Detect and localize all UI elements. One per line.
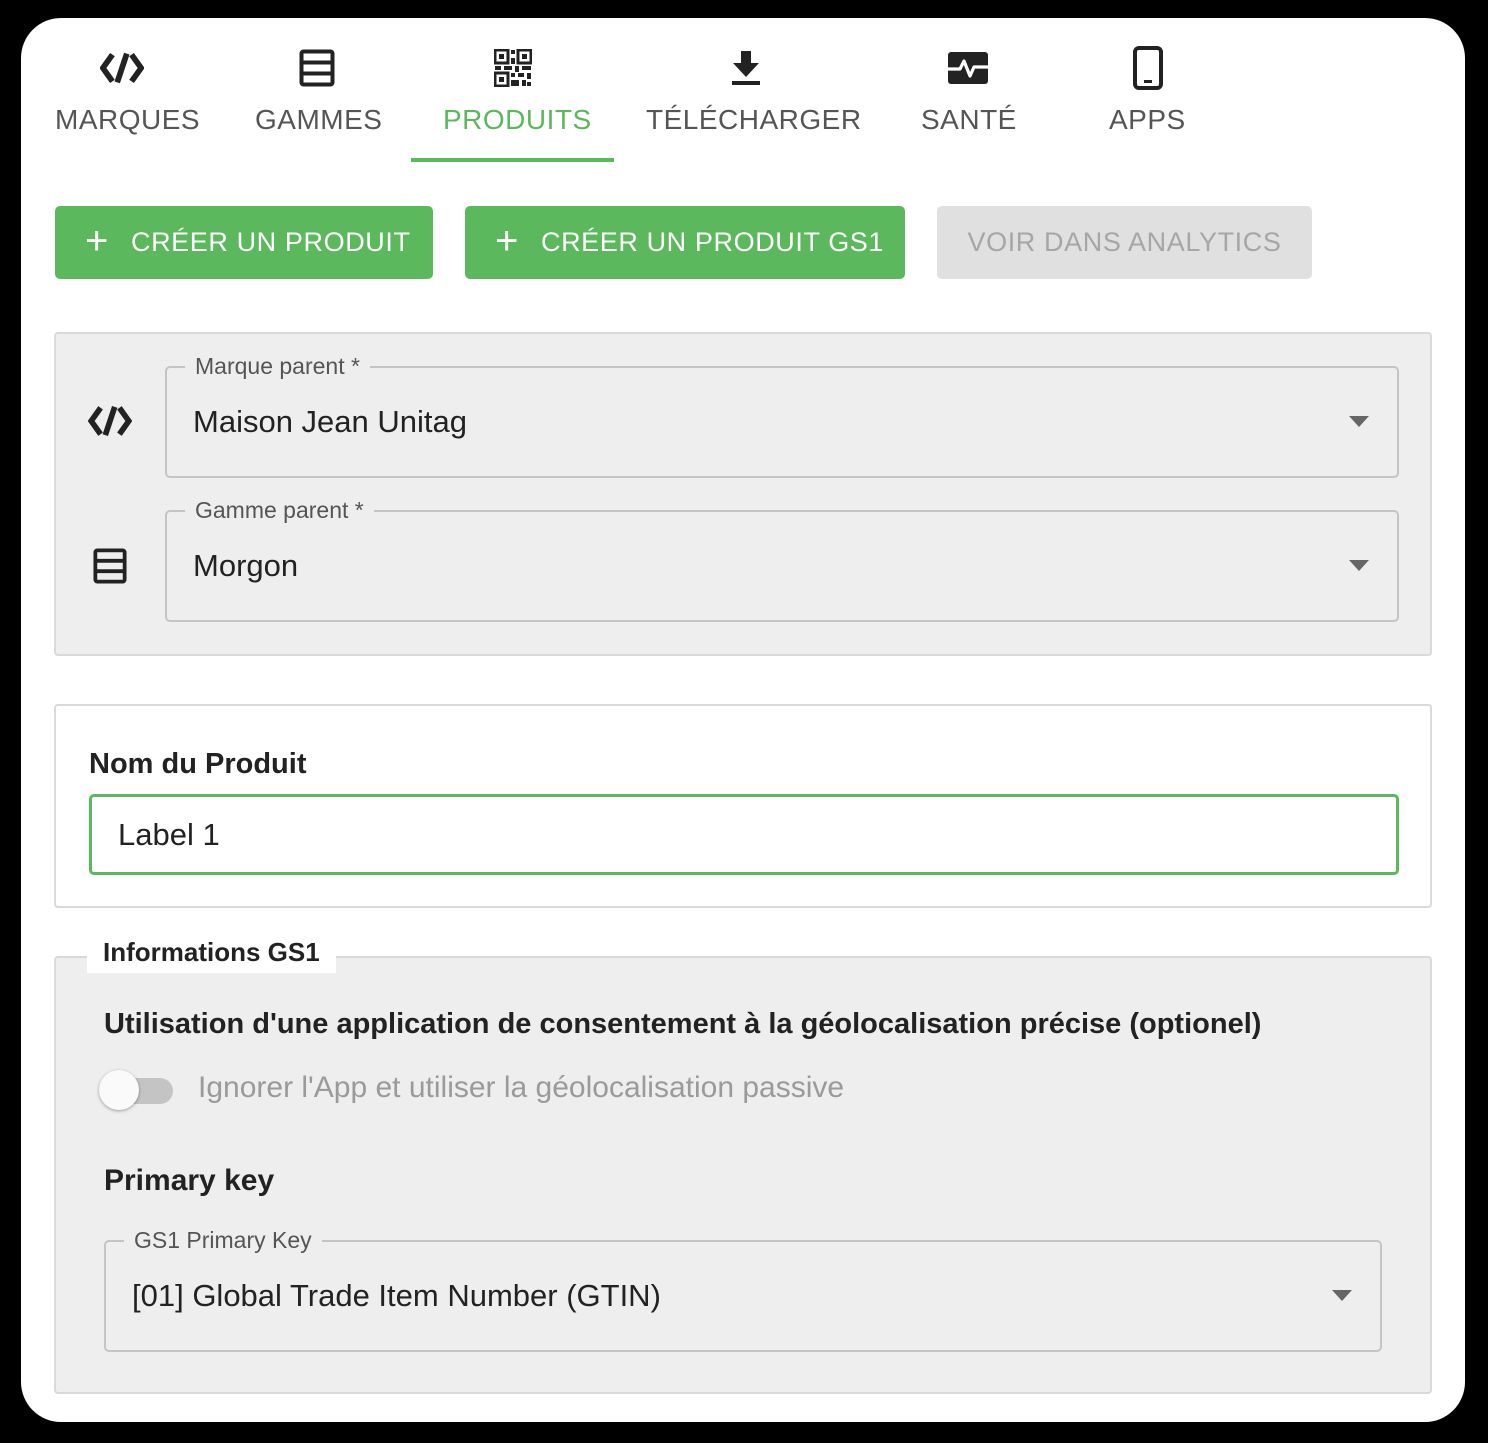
tab-label: PRODUITS <box>443 104 592 135</box>
range-select-legend: Gamme parent * <box>185 494 374 526</box>
smartphone-icon <box>1126 46 1170 90</box>
tab-bar: MARQUES GAMMES PRODUITS TÉLÉCHARGER SANT… <box>21 18 1465 168</box>
tab-telecharger[interactable]: TÉLÉCHARGER <box>646 18 861 164</box>
product-name-input[interactable] <box>89 794 1399 875</box>
passive-geolocation-label: Ignorer l'App et utiliser la géolocalisa… <box>198 1071 845 1104</box>
gs1-primary-key-select[interactable]: GS1 Primary Key [01] Global Trade Item N… <box>104 1224 1382 1352</box>
gs1-primary-key-legend: GS1 Primary Key <box>124 1224 322 1256</box>
create-product-label: CRÉER UN PRODUIT <box>130 227 411 257</box>
geolocation-heading: Utilisation d'une application de consent… <box>104 1008 1262 1040</box>
view-analytics-button[interactable]: VOIR DANS ANALYTICS <box>937 206 1312 279</box>
brand-select-legend: Marque parent * <box>185 350 370 382</box>
passive-geolocation-toggle[interactable] <box>99 1070 175 1110</box>
parent-panel: Marque parent * Maison Jean Unitag Gamme… <box>54 332 1432 656</box>
brand-select[interactable]: Marque parent * Maison Jean Unitag <box>165 350 1399 478</box>
tab-sante[interactable]: SANTÉ <box>921 18 1017 164</box>
gs1-section-tab[interactable]: Informations GS1 <box>87 929 336 973</box>
chevron-down-icon <box>1332 1290 1352 1301</box>
tab-label: GAMMES <box>255 104 383 135</box>
tab-produits[interactable]: PRODUITS <box>411 18 614 164</box>
range-select-value: Morgon <box>193 548 299 583</box>
list-box-icon <box>295 46 339 90</box>
health-pulse-icon <box>946 46 990 90</box>
tab-marques[interactable]: MARQUES <box>55 18 200 164</box>
active-tab-indicator <box>411 158 614 162</box>
toggle-thumb <box>99 1070 139 1110</box>
tab-apps[interactable]: APPS <box>1109 18 1187 164</box>
product-name-panel: Nom du Produit <box>54 704 1432 908</box>
brand-code-icon <box>88 399 132 443</box>
brand-code-icon <box>100 46 144 90</box>
create-product-button[interactable]: + CRÉER UN PRODUIT <box>55 206 433 279</box>
tab-label: TÉLÉCHARGER <box>646 104 862 135</box>
product-name-label: Nom du Produit <box>89 748 307 780</box>
gs1-primary-key-value: [01] Global Trade Item Number (GTIN) <box>132 1278 661 1313</box>
plus-icon: + <box>85 218 109 263</box>
create-gs1-product-label: CRÉER UN PRODUIT GS1 <box>540 227 885 257</box>
chevron-down-icon <box>1349 560 1369 571</box>
app-window: MARQUES GAMMES PRODUITS TÉLÉCHARGER SANT… <box>21 18 1465 1422</box>
brand-select-value: Maison Jean Unitag <box>193 404 467 439</box>
primary-key-heading: Primary key <box>104 1164 275 1197</box>
create-gs1-product-button[interactable]: + CRÉER UN PRODUIT GS1 <box>465 206 905 279</box>
tab-label: SANTÉ <box>921 104 1017 135</box>
tab-gammes[interactable]: GAMMES <box>255 18 383 164</box>
plus-icon: + <box>495 218 519 263</box>
range-select[interactable]: Gamme parent * Morgon <box>165 494 1399 622</box>
view-analytics-label: VOIR DANS ANALYTICS <box>967 227 1282 257</box>
list-box-icon <box>88 544 132 588</box>
qr-code-icon <box>491 46 535 90</box>
download-icon <box>724 46 768 90</box>
tab-label: APPS <box>1109 104 1186 135</box>
tab-label: MARQUES <box>55 104 201 135</box>
chevron-down-icon <box>1349 416 1369 427</box>
